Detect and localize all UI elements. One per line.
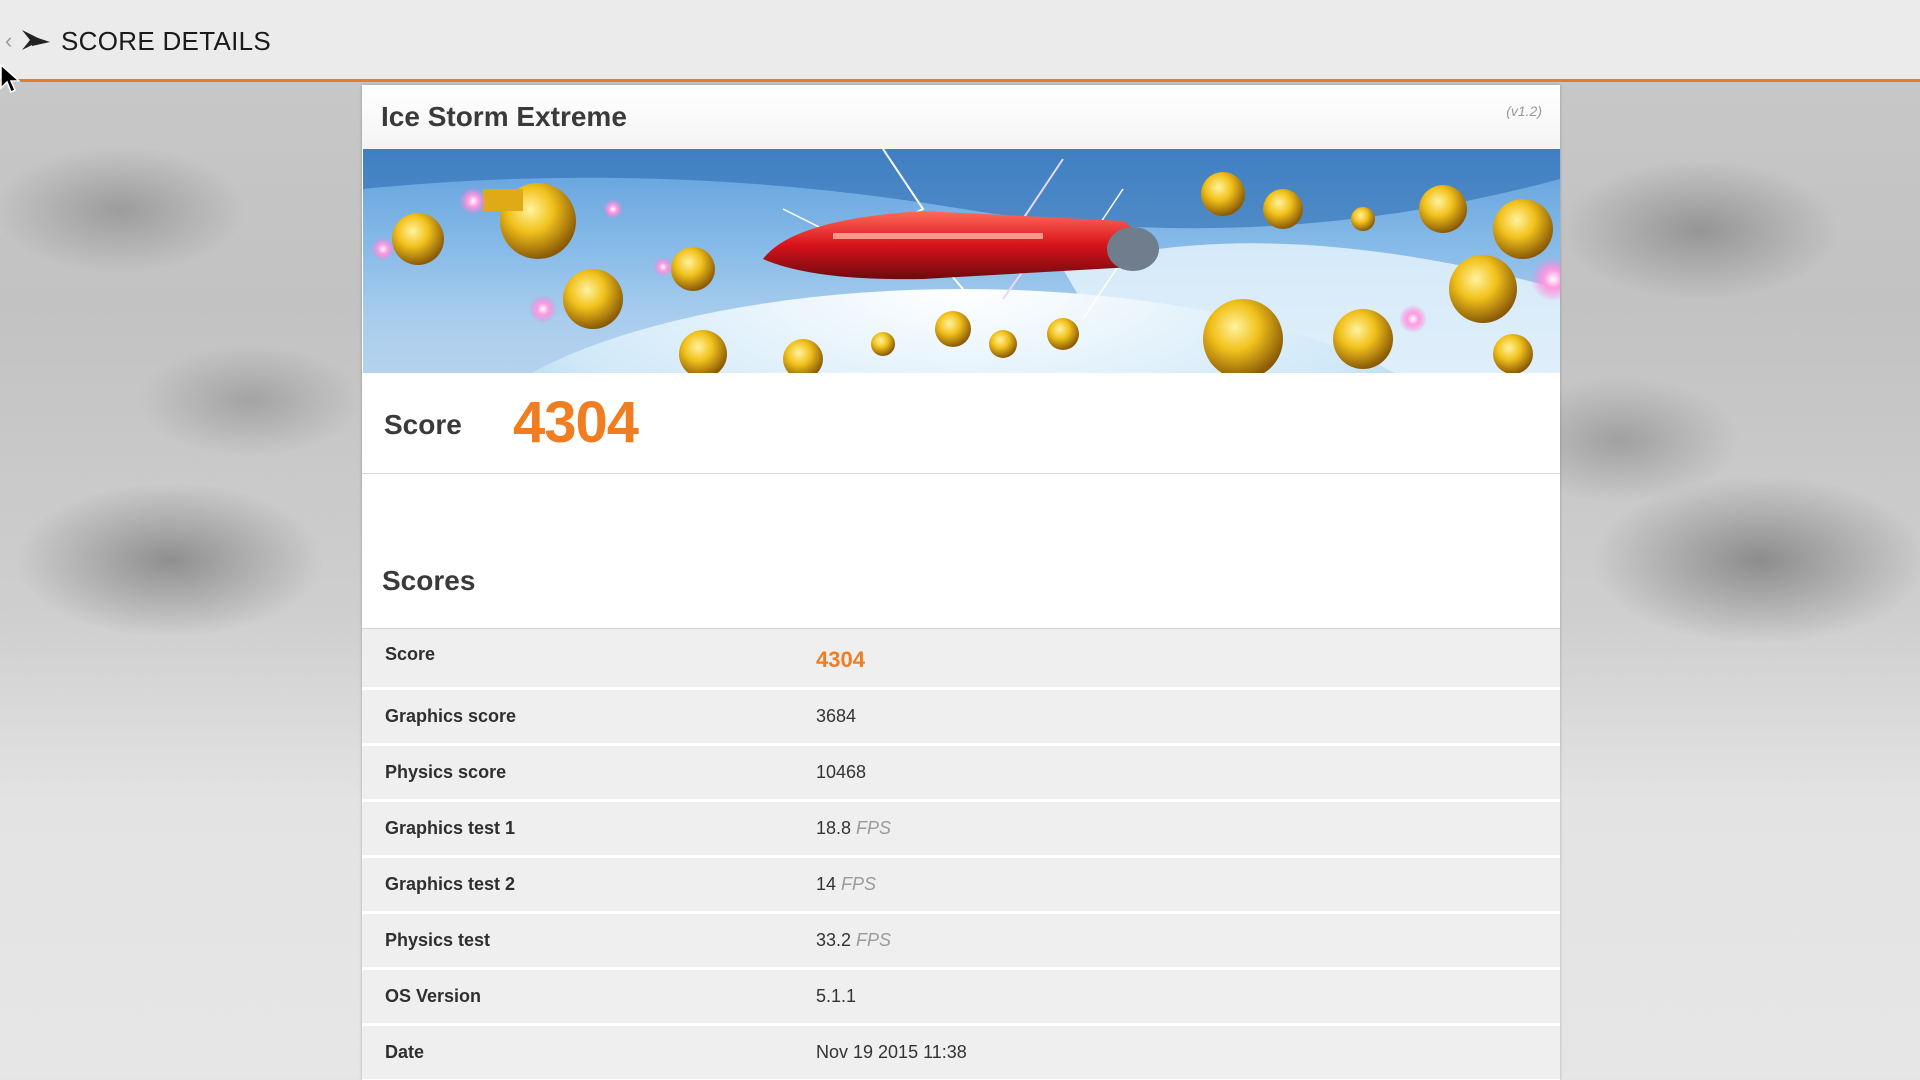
benchmark-version: (v1.2) bbox=[1506, 103, 1542, 119]
row-value: 5.1.1 bbox=[816, 986, 857, 1006]
benchmark-banner-image bbox=[363, 149, 1560, 373]
row-value: Nov 19 2015 11:38 bbox=[816, 1042, 967, 1062]
overall-score-value: 4304 bbox=[513, 390, 639, 455]
row-label: Physics test bbox=[385, 930, 491, 950]
table-row: Graphics test 2 14 FPS bbox=[362, 858, 1560, 914]
table-row: OS Version 5.1.1 bbox=[362, 970, 1560, 1026]
scores-heading: Scores bbox=[382, 565, 476, 596]
card-header: Ice Storm Extreme (v1.2) bbox=[362, 85, 1560, 149]
table-row: Graphics score 3684 bbox=[362, 690, 1560, 746]
benchmark-title: Ice Storm Extreme bbox=[381, 101, 627, 132]
3dmark-logo-icon[interactable] bbox=[20, 24, 52, 56]
table-row: Date Nov 19 2015 11:38 bbox=[362, 1026, 1560, 1080]
row-label: OS Version bbox=[385, 986, 482, 1006]
fps-unit: FPS bbox=[841, 874, 877, 894]
row-label: Graphics test 2 bbox=[385, 874, 516, 894]
row-value: 10468 bbox=[816, 762, 867, 782]
row-value: 4304 bbox=[816, 647, 865, 672]
fps-unit: FPS bbox=[856, 930, 892, 950]
scores-table: Score 4304 Graphics score 3684 Physics s… bbox=[362, 628, 1560, 1080]
mouse-cursor-icon bbox=[0, 64, 20, 94]
row-label: Physics score bbox=[385, 762, 507, 782]
row-label: Score bbox=[385, 644, 436, 664]
result-card: Ice Storm Extreme (v1.2) Score 4304 Scor… bbox=[362, 85, 1560, 1080]
row-label: Graphics score bbox=[385, 706, 517, 726]
row-label: Date bbox=[385, 1042, 425, 1062]
table-row: Physics test 33.2 FPS bbox=[362, 914, 1560, 970]
table-row: Physics score 10468 bbox=[362, 746, 1560, 802]
table-row: Score 4304 bbox=[362, 629, 1560, 690]
row-value: 18.8 FPS bbox=[816, 818, 892, 838]
row-value: 14 FPS bbox=[816, 874, 877, 894]
top-bar: ‹ SCORE DETAILS bbox=[0, 0, 1920, 82]
chevron-left-icon[interactable]: ‹ bbox=[5, 28, 19, 54]
overall-score-label: Score bbox=[384, 409, 462, 440]
row-label: Graphics test 1 bbox=[385, 818, 516, 838]
row-value: 3684 bbox=[816, 706, 857, 726]
fps-unit: FPS bbox=[856, 818, 892, 838]
overall-score: Score 4304 bbox=[362, 373, 1560, 474]
row-value: 33.2 FPS bbox=[816, 930, 892, 950]
table-row: Graphics test 1 18.8 FPS bbox=[362, 802, 1560, 858]
page-title: SCORE DETAILS bbox=[61, 26, 272, 56]
